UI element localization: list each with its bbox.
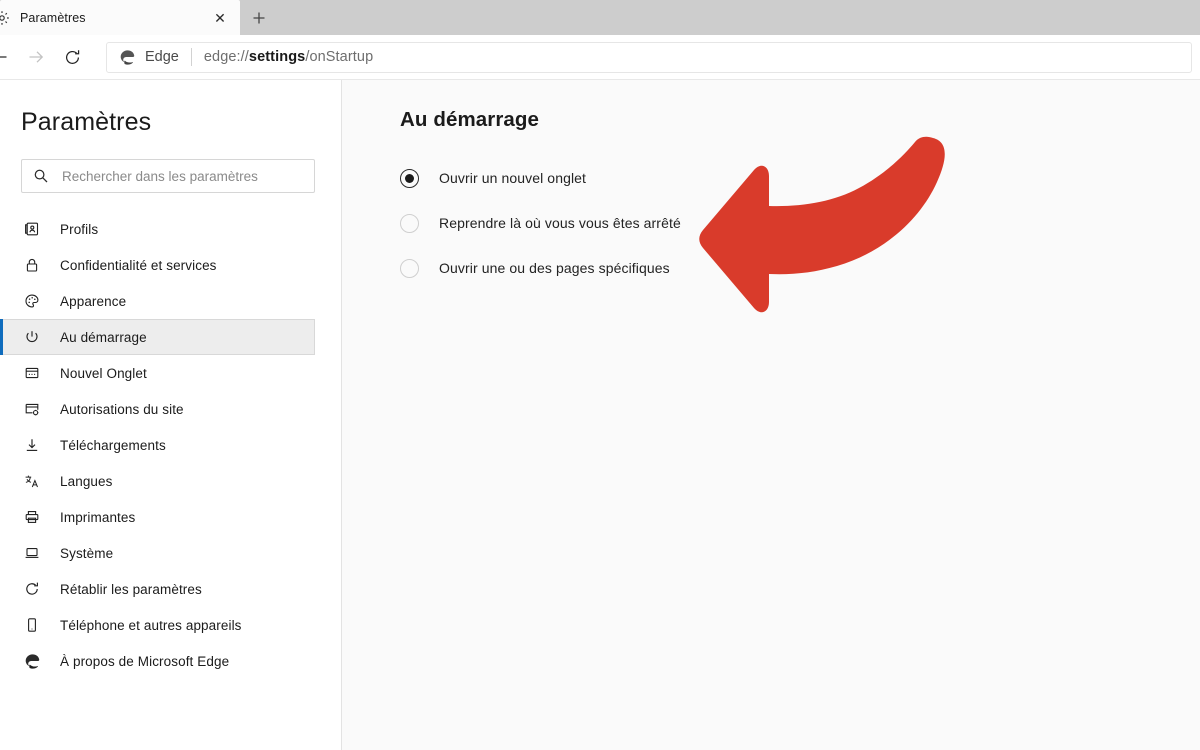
- radio-label: Ouvrir un nouvel onglet: [439, 170, 587, 186]
- settings-content: Au démarrage Ouvrir un nouvel onglet Rep…: [342, 80, 1200, 750]
- forward-button[interactable]: [18, 39, 54, 75]
- address-bar-separator: [190, 48, 192, 66]
- palette-icon: [22, 291, 42, 311]
- sidebar-item-label: Rétablir les paramètres: [60, 581, 202, 597]
- radio-button[interactable]: [400, 258, 419, 278]
- settings-gear-icon: [0, 10, 10, 26]
- startup-option-specific-pages[interactable]: Ouvrir une ou des pages spécifiques: [400, 254, 670, 282]
- sidebar-item-label: Langues: [60, 473, 113, 489]
- edge-logo-icon: [22, 651, 42, 671]
- startup-option-new-tab[interactable]: Ouvrir un nouvel onglet: [400, 164, 586, 192]
- sidebar-item-autorisations-du-site[interactable]: Autorisations du site: [0, 391, 315, 427]
- sidebar-item-langues[interactable]: Langues: [0, 463, 315, 499]
- sidebar-item-telephone-et-autres-appareils[interactable]: Téléphone et autres appareils: [0, 607, 315, 643]
- startup-options-group: Ouvrir un nouvel onglet Reprendre là où …: [400, 164, 1200, 282]
- reset-icon: [22, 579, 42, 599]
- address-bar[interactable]: Edge edge://settings/onStartup: [106, 41, 1192, 73]
- new-tab-button[interactable]: [240, 3, 278, 33]
- sidebar-item-label: Autorisations du site: [60, 401, 184, 417]
- address-bar-brand-label: Edge: [145, 49, 179, 65]
- arrow-right-icon: [29, 51, 44, 63]
- sidebar-item-telechargements[interactable]: Téléchargements: [0, 427, 315, 463]
- back-button[interactable]: [0, 39, 18, 75]
- radio-label: Ouvrir une ou des pages spécifiques: [439, 260, 670, 276]
- radio-button[interactable]: [400, 168, 419, 188]
- sidebar-item-confidentialite[interactable]: Confidentialité et services: [0, 247, 315, 283]
- search-box[interactable]: [21, 159, 315, 193]
- edge-logo-glyph: [120, 49, 135, 65]
- url-host: settings: [248, 49, 306, 65]
- page-title: Paramètres: [21, 108, 152, 136]
- sidebar-item-profils[interactable]: Profils: [0, 211, 315, 247]
- sidebar-item-label: Confidentialité et services: [60, 257, 217, 273]
- sidebar-item-retablir-les-parametres[interactable]: Rétablir les paramètres: [0, 571, 315, 607]
- sidebar-item-apparence[interactable]: Apparence: [0, 283, 315, 319]
- sidebar-item-imprimantes[interactable]: Imprimantes: [0, 499, 315, 535]
- url-path: /onStartup: [305, 49, 374, 65]
- laptop-icon: [22, 543, 42, 563]
- printer-icon: [22, 507, 42, 527]
- reload-button[interactable]: [54, 39, 90, 75]
- search-input[interactable]: [62, 168, 304, 184]
- sidebar-item-label: Téléchargements: [60, 437, 166, 453]
- sidebar-item-label: Au démarrage: [60, 329, 147, 345]
- radio-dot: [405, 173, 414, 183]
- section-title: Au démarrage: [400, 108, 540, 131]
- settings-sidebar: Paramètres Rechercher dans les paramètre…: [0, 80, 342, 750]
- sidebar-item-a-propos-de-microsoft-edge[interactable]: À propos de Microsoft Edge: [0, 643, 315, 679]
- tab-strip: Paramètres ✕: [0, 0, 1200, 35]
- address-bar-url[interactable]: edge://settings/onStartup: [204, 49, 373, 65]
- sidebar-item-systeme[interactable]: Système: [0, 535, 315, 571]
- new-tab-page-icon: [22, 363, 42, 383]
- sidebar-item-label: À propos de Microsoft Edge: [60, 653, 230, 669]
- arrow-left-icon: [0, 56, 7, 58]
- refresh-icon: [65, 49, 79, 64]
- edge-logo-icon: [119, 48, 137, 66]
- browser-tab-settings[interactable]: Paramètres ✕: [0, 0, 240, 35]
- languages-icon: [22, 471, 42, 491]
- startup-option-continue-where-left-off[interactable]: Reprendre là où vous vous êtes arrêté: [400, 209, 681, 237]
- site-permissions-icon: [22, 399, 42, 419]
- search-container: [0, 137, 341, 193]
- plus-icon: [253, 12, 265, 24]
- profile-card-icon: [22, 219, 42, 239]
- sidebar-item-label: Nouvel Onglet: [60, 365, 147, 381]
- sidebar-item-label: Téléphone et autres appareils: [60, 617, 242, 633]
- phone-icon: [22, 615, 42, 635]
- sidebar-item-label: Profils: [60, 221, 99, 237]
- url-scheme: edge://: [203, 49, 249, 65]
- browser-toolbar: Edge edge://settings/onStartup: [0, 35, 1200, 80]
- sidebar-item-label: Système: [60, 545, 114, 561]
- radio-label: Reprendre là où vous vous êtes arrêté: [439, 215, 681, 231]
- sidebar-item-nouvel-onglet[interactable]: Nouvel Onglet: [0, 355, 315, 391]
- search-icon: [32, 167, 50, 185]
- radio-button[interactable]: [400, 213, 419, 233]
- close-icon[interactable]: ✕: [210, 8, 230, 28]
- power-icon: [22, 327, 42, 347]
- tab-title: Paramètres: [20, 10, 86, 25]
- browser-window: Paramètres ✕ Edge edge://settings/onStar…: [0, 0, 1200, 750]
- sidebar-item-label: Imprimantes: [60, 509, 136, 525]
- sidebar-item-label: Apparence: [60, 293, 127, 309]
- sidebar-item-au-demarrage[interactable]: Au démarrage: [0, 319, 315, 355]
- settings-page: Paramètres Rechercher dans les paramètre…: [0, 80, 1200, 750]
- lock-icon: [22, 255, 42, 275]
- settings-nav-list: Profils Confidentialité et services Appa…: [0, 211, 341, 679]
- download-icon: [22, 435, 42, 455]
